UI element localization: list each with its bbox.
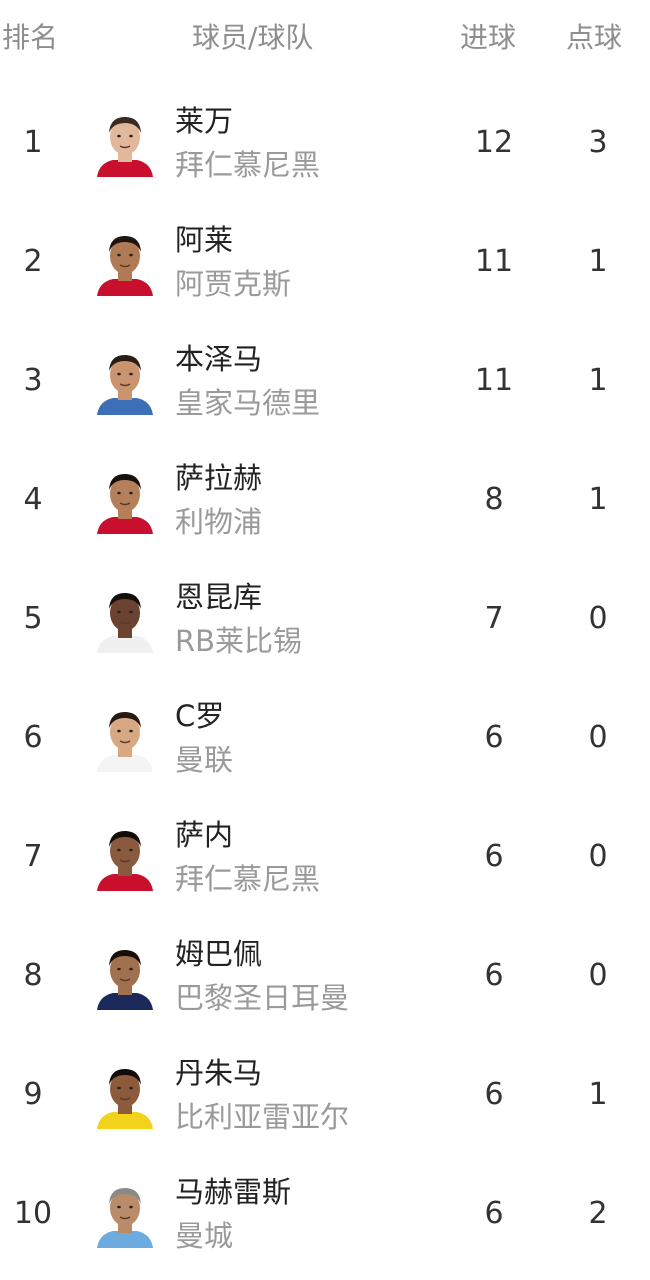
- rank-number: 3: [23, 363, 43, 398]
- table-row[interactable]: 5 恩昆库 RB莱比锡 7 0: [0, 561, 650, 680]
- team-name[interactable]: 拜仁慕尼黑: [175, 147, 320, 183]
- goals-value: 11: [474, 363, 514, 398]
- goals-value: 12: [474, 125, 514, 160]
- player-avatar-icon[interactable]: [95, 942, 155, 1010]
- penalties-value: 0: [588, 958, 608, 993]
- table-header: 排名 球员/球队 进球 点球: [0, 0, 650, 80]
- table-row[interactable]: 10 马赫雷斯曼城 6 2: [0, 1156, 650, 1275]
- player-avatar-icon[interactable]: [95, 1061, 155, 1129]
- player-avatar-icon[interactable]: [95, 109, 155, 177]
- player-avatar-icon[interactable]: [95, 1180, 155, 1248]
- player-name[interactable]: 阿莱: [175, 222, 233, 258]
- rank-number: 9: [23, 1077, 43, 1112]
- header-penalties[interactable]: 点球: [566, 20, 622, 56]
- team-name[interactable]: 利物浦: [175, 504, 262, 540]
- player-name[interactable]: 本泽马: [175, 341, 262, 377]
- player-name[interactable]: 恩昆库: [175, 579, 262, 615]
- rank-number: 10: [13, 1196, 53, 1231]
- goals-value: 11: [474, 244, 514, 279]
- player-name[interactable]: 萨内: [175, 817, 233, 853]
- table-row[interactable]: 9 丹朱马比利亚雷亚尔 6 1: [0, 1037, 650, 1156]
- table-row[interactable]: 6 C罗曼联 6 0: [0, 680, 650, 799]
- scorer-list: 1 莱万 拜仁慕尼黑 12 3 2 阿莱 阿贾克斯 11 1 3 本泽马 皇家马德里 11 1 4 萨拉赫 利物浦…: [0, 85, 650, 1275]
- goals-value: 6: [484, 958, 504, 993]
- rank-number: 7: [23, 839, 43, 874]
- header-rank: 排名: [2, 21, 59, 54]
- player-avatar-icon[interactable]: [95, 704, 155, 772]
- penalties-value: 1: [588, 244, 608, 279]
- player-name[interactable]: 马赫雷斯: [175, 1174, 291, 1210]
- rank-number: 2: [23, 244, 43, 279]
- header-player-team: 球员/球队: [192, 21, 314, 54]
- table-row[interactable]: 1 莱万拜仁慕尼黑 12 3: [0, 85, 650, 204]
- goals-value: 6: [484, 839, 504, 874]
- player-name[interactable]: 丹朱马: [175, 1055, 262, 1091]
- player-avatar-icon[interactable]: [95, 823, 155, 891]
- goals-value: 8: [484, 482, 504, 517]
- rank-number: 5: [23, 601, 43, 636]
- rank-number: 1: [23, 125, 43, 160]
- player-avatar-icon[interactable]: [95, 585, 155, 653]
- player-avatar-icon[interactable]: [95, 228, 155, 296]
- header-goals[interactable]: 进球: [460, 20, 516, 56]
- penalties-value: 0: [588, 720, 608, 755]
- team-name[interactable]: 皇家马德里: [175, 385, 320, 421]
- player-name[interactable]: 莱万: [175, 103, 233, 139]
- team-name[interactable]: RB莱比锡: [175, 623, 302, 659]
- goals-value: 6: [484, 720, 504, 755]
- team-name[interactable]: 阿贾克斯: [175, 266, 291, 302]
- goals-value: 6: [484, 1077, 504, 1112]
- team-name[interactable]: 拜仁慕尼黑: [175, 861, 320, 897]
- team-name[interactable]: 比利亚雷亚尔: [175, 1099, 349, 1135]
- player-name[interactable]: C罗: [175, 698, 224, 734]
- team-name[interactable]: 曼城: [175, 1218, 233, 1254]
- goals-value: 6: [484, 1196, 504, 1231]
- rank-number: 8: [23, 958, 43, 993]
- rank-number: 6: [23, 720, 43, 755]
- player-avatar-icon[interactable]: [95, 347, 155, 415]
- table-row[interactable]: 2 阿莱 阿贾克斯 11 1: [0, 204, 650, 323]
- table-row[interactable]: 7 萨内拜仁慕尼黑 6 0: [0, 799, 650, 918]
- player-name[interactable]: 萨拉赫: [175, 460, 262, 496]
- player-name[interactable]: 姆巴佩: [175, 936, 262, 972]
- penalties-value: 1: [588, 482, 608, 517]
- penalties-value: 0: [588, 839, 608, 874]
- penalties-value: 0: [588, 601, 608, 636]
- penalties-value: 1: [588, 363, 608, 398]
- table-row[interactable]: 4 萨拉赫利物浦 8 1: [0, 442, 650, 561]
- penalties-value: 3: [588, 125, 608, 160]
- penalties-value: 1: [588, 1077, 608, 1112]
- team-name[interactable]: 曼联: [175, 742, 233, 778]
- team-name[interactable]: 巴黎圣日耳曼: [175, 980, 349, 1016]
- table-row[interactable]: 3 本泽马 皇家马德里 11 1: [0, 323, 650, 442]
- rank-number: 4: [23, 482, 43, 517]
- table-row[interactable]: 8 姆巴佩巴黎圣日耳曼 6 0: [0, 918, 650, 1037]
- player-avatar-icon[interactable]: [95, 466, 155, 534]
- goals-value: 7: [484, 601, 504, 636]
- penalties-value: 2: [588, 1196, 608, 1231]
